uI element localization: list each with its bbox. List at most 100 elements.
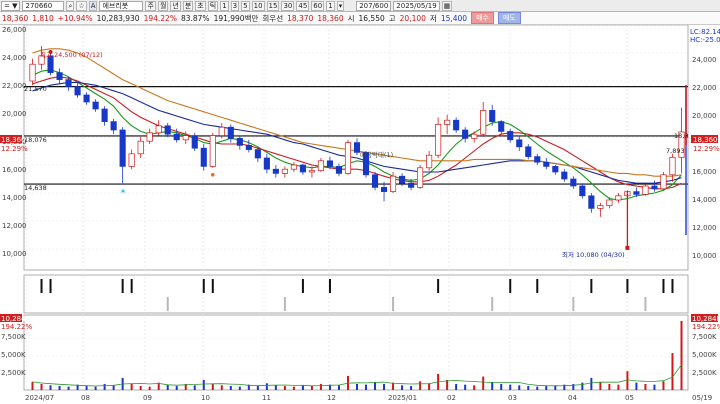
change-value: 1,810 xyxy=(32,13,54,23)
candle-body xyxy=(353,142,361,153)
signal-bar-up xyxy=(202,279,205,293)
volume-bar xyxy=(374,381,377,390)
menu-toggle[interactable]: = ▼ xyxy=(1,0,21,11)
volume-bar xyxy=(103,383,106,390)
volume-bar xyxy=(112,385,115,390)
interval-45[interactable]: 45 xyxy=(296,0,310,11)
period-month[interactable]: 월 xyxy=(157,0,169,11)
bar-count-input[interactable]: 207/600 xyxy=(356,0,392,11)
period-minute[interactable]: 분 xyxy=(182,0,194,11)
lc-label: LC:82.14 xyxy=(690,28,720,36)
candle-body xyxy=(390,175,397,192)
stock-name: 에브리봇 xyxy=(99,0,144,11)
candle-body xyxy=(471,133,478,139)
volume-bar xyxy=(31,381,34,390)
candle-body xyxy=(507,131,514,141)
volume-bar xyxy=(274,385,277,390)
interval-60[interactable]: 60 xyxy=(311,0,325,11)
interval-30[interactable]: 30 xyxy=(281,0,295,11)
vol-tag-right-text: 10,284K xyxy=(692,315,720,323)
volume-bar xyxy=(590,377,593,390)
volume-bar xyxy=(536,386,539,390)
stock-name-prefix: A xyxy=(88,0,98,11)
candle-body xyxy=(110,121,117,131)
buy-button[interactable]: 매수 xyxy=(471,12,494,24)
candle-body xyxy=(660,174,667,190)
candle-body xyxy=(281,168,288,174)
signal-bar-down xyxy=(572,297,575,311)
signal-bar-down xyxy=(491,297,494,311)
candle-body xyxy=(137,140,144,155)
signal-bar-up xyxy=(671,279,674,293)
low-label: 저 xyxy=(429,13,437,23)
right-ytick: 12,000 xyxy=(692,224,717,232)
candle-body xyxy=(489,110,496,122)
interval-3[interactable]: 3 xyxy=(230,0,240,11)
signal-bar-up xyxy=(40,279,43,293)
period-week[interactable]: 주 xyxy=(145,0,156,11)
volume-bar xyxy=(85,385,88,390)
price-pct-left: 12.29% xyxy=(1,145,28,153)
right-ytick: 16,000 xyxy=(692,168,717,176)
period-year[interactable]: 년 xyxy=(170,0,181,11)
volume-bar xyxy=(193,385,196,390)
low-value: 15,400 xyxy=(440,13,468,23)
high-value: 20,100 xyxy=(399,13,426,23)
signal-bar-up xyxy=(662,279,665,293)
volume-bar xyxy=(265,383,268,390)
open-label: 시 xyxy=(347,13,355,23)
current-price: 18,360 xyxy=(2,13,29,23)
chevron-down-icon[interactable]: ▾ xyxy=(336,0,345,11)
right-ytick: 14,000 xyxy=(692,196,717,204)
volume-bar xyxy=(527,385,530,390)
vol-tag-left-text: 10,284K xyxy=(1,315,30,323)
interval-15[interactable]: 15 xyxy=(266,0,280,11)
volume-bar xyxy=(410,385,413,390)
moving-average-line xyxy=(32,76,682,190)
signal-bar-down xyxy=(644,297,647,311)
vol-right-label: 2,500K xyxy=(692,369,717,377)
volume-bar xyxy=(238,386,241,390)
stock-code-input[interactable]: 270660 xyxy=(22,0,65,11)
xtick-label: 09 xyxy=(143,394,152,402)
xtick-label: 2025/01 xyxy=(388,394,417,402)
vol-left-label: 5,000K xyxy=(1,351,26,359)
volume-bar xyxy=(545,385,548,390)
calendar-icon[interactable]: ▦ xyxy=(441,0,453,11)
candle-body xyxy=(164,125,171,135)
candle-body xyxy=(200,147,207,167)
right-ytick: 22,000 xyxy=(692,84,717,92)
volume-bar xyxy=(292,386,295,390)
candle-body xyxy=(335,166,343,174)
xtick-label: 04 xyxy=(568,394,577,402)
interval-custom[interactable]: 1 xyxy=(326,0,335,11)
ytick-label: 14,000 xyxy=(2,194,27,202)
xtick-label: 03 xyxy=(508,394,517,402)
candle-body xyxy=(308,170,315,173)
candle-body xyxy=(462,129,469,139)
candle-body xyxy=(371,174,379,188)
stock-chart[interactable]: ✶ 26,000 24,000 22,000 20,000 16,000 12,… xyxy=(0,25,720,404)
right-ytick: 10,000 xyxy=(692,252,717,260)
magnifier-icon[interactable]: ⌕ xyxy=(66,0,75,11)
interval-10[interactable]: 10 xyxy=(251,0,265,11)
interval-5[interactable]: 5 xyxy=(241,0,250,11)
candle-body xyxy=(92,101,99,110)
volume-bar xyxy=(608,383,611,390)
candle-body xyxy=(633,191,640,195)
candle-body xyxy=(155,125,162,134)
date-input[interactable]: 2025/05/19 xyxy=(393,0,440,11)
period-tick[interactable]: 틱 xyxy=(207,0,219,11)
volume-bar xyxy=(626,371,629,390)
volume-bar xyxy=(67,386,70,390)
candle-body xyxy=(173,133,180,141)
sell-button[interactable]: 매도 xyxy=(497,12,521,24)
star-icon[interactable]: ☆ xyxy=(76,0,87,11)
signal-bar-up xyxy=(49,279,52,293)
volume-bar xyxy=(365,384,368,390)
volume-bar xyxy=(671,353,674,390)
volume-bar xyxy=(518,385,521,390)
interval-1[interactable]: 1 xyxy=(220,0,229,11)
signal-bar-down xyxy=(392,297,395,311)
period-second[interactable]: 초 xyxy=(195,0,206,11)
